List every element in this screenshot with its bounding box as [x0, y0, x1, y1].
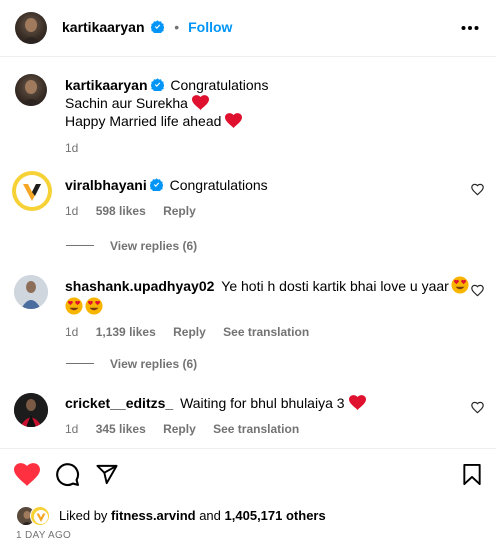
verified-badge-icon	[149, 178, 163, 191]
comment-cricket: cricket__editzs_ Waiting for bhul bhulai…	[65, 395, 465, 436]
comment-username[interactable]: shashank.upadhyay02	[65, 278, 214, 294]
comment-likes-count[interactable]: 345 likes	[96, 422, 146, 436]
comment-username[interactable]: cricket__editzs_	[65, 395, 173, 411]
header-separator: •	[174, 19, 180, 35]
post-timestamp[interactable]: 1 DAY AGO	[16, 530, 71, 541]
comment-avatar-shashank[interactable]	[14, 275, 48, 309]
caption-avatar[interactable]	[15, 74, 47, 106]
comment-shashank: shashank.upadhyay02 Ye hoti h dosti kart…	[65, 276, 469, 342]
red-heart-emoji-icon	[348, 395, 366, 410]
view-replies-viralbhayani[interactable]: View replies (6)	[66, 237, 197, 255]
likes-middle: and	[199, 508, 221, 523]
comment-likes-count[interactable]: 598 likes	[96, 204, 146, 218]
comment-username[interactable]: viralbhayani	[65, 177, 147, 193]
header-avatar[interactable]	[15, 12, 47, 44]
heart-eyes-emoji-icon	[65, 297, 83, 315]
caption-block: kartikaaryan Congratulations Sachin aur …	[65, 76, 475, 157]
header-username[interactable]: kartikaaryan	[62, 19, 145, 35]
caption-text-line2: Sachin aur Surekha	[65, 95, 188, 111]
verified-badge-icon	[151, 20, 165, 33]
caption-time: 1d	[65, 141, 79, 155]
verified-badge-icon	[150, 78, 164, 91]
comment-avatar-viralbhayani[interactable]	[12, 171, 52, 211]
reply-button[interactable]: Reply	[173, 325, 206, 339]
comment-icon[interactable]	[55, 462, 80, 487]
liked-by-avatars[interactable]	[16, 506, 52, 526]
caption-text-line3: Happy Married life ahead	[65, 113, 222, 129]
liker-avatar	[30, 506, 50, 526]
comment-viralbhayani: viralbhayani Congratulations 1d 598 like…	[65, 177, 455, 218]
liked-by-user-link[interactable]: fitness.arvind	[111, 508, 196, 523]
red-heart-emoji-icon	[191, 95, 209, 110]
replies-divider-line	[66, 363, 94, 365]
likes-count-link[interactable]: 1,405,171 others	[225, 508, 326, 523]
follow-button[interactable]: Follow	[188, 19, 232, 35]
more-horizontal-icon[interactable]	[461, 20, 479, 36]
actions-divider	[0, 448, 496, 449]
comment-text: Waiting for bhul bhulaiya 3	[180, 395, 345, 411]
comment-text: Congratulations	[169, 177, 268, 193]
comment-avatar-cricket[interactable]	[14, 393, 48, 427]
heart-eyes-emoji-icon	[85, 297, 103, 315]
heart-filled-icon[interactable]	[14, 463, 40, 486]
heart-eyes-emoji-icon	[451, 276, 469, 294]
caption-username[interactable]: kartikaaryan	[65, 77, 148, 93]
comment-time: 1d	[65, 422, 79, 436]
reply-button[interactable]: Reply	[163, 422, 196, 436]
red-heart-emoji-icon	[225, 113, 243, 128]
caption-text-line1: Congratulations	[170, 77, 269, 93]
comment-time: 1d	[65, 325, 79, 339]
view-replies-label[interactable]: View replies (6)	[110, 357, 197, 371]
comment-likes-count[interactable]: 1,139 likes	[96, 325, 156, 339]
bookmark-icon[interactable]	[462, 463, 482, 486]
likes-summary: Liked by fitness.arvind and 1,405,171 ot…	[59, 508, 326, 523]
view-replies-shashank[interactable]: View replies (6)	[66, 355, 197, 373]
send-icon[interactable]	[95, 463, 119, 486]
view-replies-label[interactable]: View replies (6)	[110, 239, 197, 253]
comment-like-heart-icon[interactable]	[471, 183, 484, 196]
header-divider	[0, 56, 496, 57]
comment-time: 1d	[65, 204, 79, 218]
likes-prefix: Liked by	[59, 508, 108, 523]
replies-divider-line	[66, 245, 94, 247]
see-translation-button[interactable]: See translation	[223, 325, 309, 339]
comment-like-heart-icon[interactable]	[471, 284, 484, 297]
comment-like-heart-icon[interactable]	[471, 401, 484, 414]
reply-button[interactable]: Reply	[163, 204, 196, 218]
comment-text: Ye hoti h dosti kartik bhai love u yaar	[221, 278, 449, 294]
see-translation-button[interactable]: See translation	[213, 422, 299, 436]
post-header: kartikaaryan • Follow	[0, 0, 496, 56]
